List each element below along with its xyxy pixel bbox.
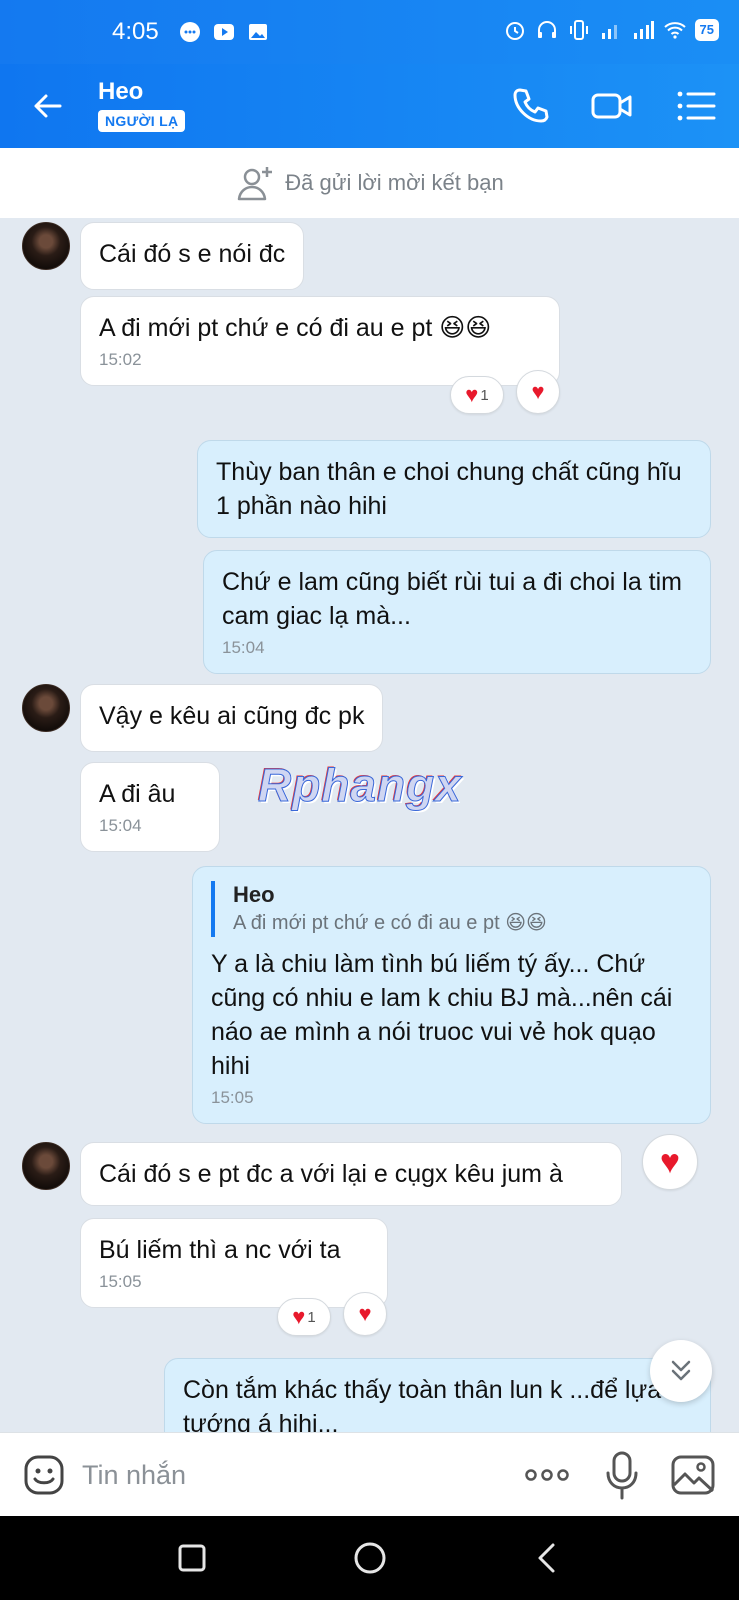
avatar[interactable] [22,1142,70,1190]
wifi-icon [663,22,686,39]
message-text: Vậy e kêu ai cũng đc pk [99,702,365,730]
image-gallery-icon[interactable] [670,1453,716,1497]
message-text: Thùy ban thân e choi chung chất cũng hĩu… [216,458,682,520]
reaction-count: 1 [480,386,489,404]
message-text: Cái đó s e pt đc a với lại e cụgx kêu ju… [99,1160,563,1188]
home-icon[interactable] [350,1538,390,1578]
scroll-to-bottom-button[interactable] [650,1340,712,1402]
heart-icon: ♥ [659,1143,681,1181]
watermark: Rphangx [258,759,462,812]
notification-icons [178,20,270,44]
message-composer [0,1432,739,1516]
message-bubble-in[interactable]: Vậy e kêu ai cũng đc pk [80,684,384,752]
message-bubble-in[interactable]: Cái đó s e nói đc [80,222,305,290]
message-text: Bú liếm thì a nc với ta [99,1236,341,1264]
image-notification-icon [249,24,267,40]
emoji-sticker-icon[interactable] [22,1453,66,1497]
contact-name[interactable]: Heo [98,78,143,106]
double-chevron-down-icon [671,1360,691,1381]
message-text: A đi âu [99,780,176,808]
reaction-summary[interactable]: ♥ 1 [450,376,504,414]
heart-icon: ♥ [465,382,479,407]
reaction-summary[interactable]: ♥ 1 [277,1298,331,1336]
message-time: 15:05 [211,1088,254,1107]
headphones-icon [537,21,556,38]
avatar[interactable] [22,222,70,270]
heart-icon: ♥ [358,1301,372,1326]
microphone-icon[interactable] [604,1449,640,1501]
message-time: 15:04 [99,816,142,835]
message-bubble-out[interactable]: Còn tắm khác thấy toàn thân lun k ...để … [164,1358,711,1432]
signal-icon-2 [633,21,654,39]
status-bar: 4:05 75 [0,0,739,64]
vibrate-icon [569,20,588,40]
chat-notification-icon [180,22,200,42]
quoted-message[interactable]: Heo A đi mới pt chứ e có đi au e pt 😆😆 [211,881,692,937]
heart-icon: ♥ [531,379,545,404]
friend-request-text: Đã gửi lời mời kết bạn [285,170,504,195]
message-bubble-out[interactable]: Heo A đi mới pt chứ e có đi au e pt 😆😆 Y… [192,866,711,1124]
phone-icon[interactable] [506,82,554,130]
recent-apps-icon[interactable] [172,1538,212,1578]
system-icons: 75 [503,18,719,42]
media-notification-icon [214,24,234,40]
alarm-icon [505,22,524,40]
message-time: 15:04 [222,638,265,657]
add-friend-icon [238,167,273,201]
message-bubble-out[interactable]: Thùy ban thân e choi chung chất cũng hĩu… [197,440,711,538]
back-nav-icon[interactable] [528,1538,568,1578]
react-heart-button[interactable]: ♥ [516,370,560,414]
message-list[interactable]: Cái đó s e nói đc A đi mới pt chứ e có đ… [0,218,739,1432]
message-bubble-out[interactable]: Chứ e lam cũng biết rùi tui a đi choi la… [203,550,711,674]
menu-list-icon[interactable] [672,82,720,130]
heart-icon: ♥ [292,1304,306,1329]
video-camera-icon[interactable] [588,82,636,130]
message-time: 15:02 [99,350,142,369]
reaction-count: 1 [307,1308,316,1326]
quoted-text: A đi mới pt chứ e có đi au e pt 😆😆 [233,912,547,934]
message-bubble-in[interactable]: Cái đó s e pt đc a với lại e cụgx kêu ju… [80,1142,622,1206]
message-text: Còn tắm khác thấy toàn thân lun k ...để … [183,1376,662,1432]
message-bubble-in[interactable]: A đi âu 15:04 [80,762,220,852]
react-heart-button[interactable]: ♥ [642,1134,698,1190]
avatar[interactable] [22,684,70,732]
message-text: Chứ e lam cũng biết rùi tui a đi choi la… [222,568,682,630]
message-bubble-in[interactable]: Bú liếm thì a nc với ta 15:05 [80,1218,388,1308]
quoted-sender: Heo [233,882,275,907]
system-navigation-bar [0,1516,739,1600]
status-time: 4:05 [112,18,159,45]
chat-header: Heo NGƯỜI LẠ [0,64,739,148]
message-text: A đi mới pt chứ e có đi au e pt 😆😆 [99,314,492,342]
back-arrow-icon[interactable] [26,84,70,128]
message-bubble-in[interactable]: A đi mới pt chứ e có đi au e pt 😆😆 15:02 [80,296,560,386]
react-heart-button[interactable]: ♥ [343,1292,387,1336]
message-text: Y a là chiu làm tình bú liếm tý ấy... Ch… [211,950,673,1080]
stranger-badge: NGƯỜI LẠ [98,110,186,132]
battery-indicator: 75 [694,19,719,41]
signal-icon-1 [601,25,617,39]
message-input[interactable] [82,1453,482,1497]
friend-request-bar: Đã gửi lời mời kết bạn [0,148,739,218]
more-options-icon[interactable] [522,1457,572,1493]
message-time: 15:05 [99,1272,142,1291]
message-text: Cái đó s e nói đc [99,240,286,268]
